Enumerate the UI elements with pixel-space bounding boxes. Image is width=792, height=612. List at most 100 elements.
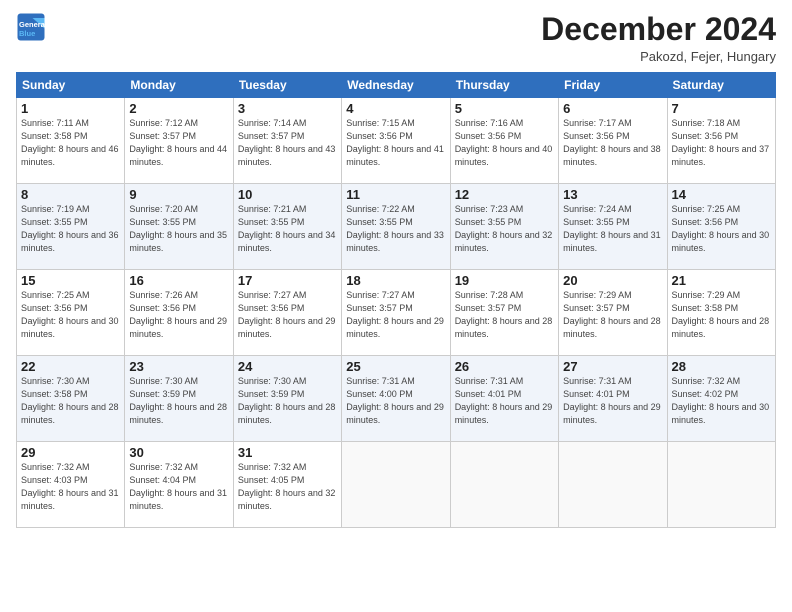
day-cell: 2Sunrise: 7:12 AMSunset: 3:57 PMDaylight… [125,98,233,184]
day-cell: 11Sunrise: 7:22 AMSunset: 3:55 PMDayligh… [342,184,450,270]
day-cell: 19Sunrise: 7:28 AMSunset: 3:57 PMDayligh… [450,270,558,356]
day-number: 30 [129,445,228,460]
day-info: Sunrise: 7:20 AMSunset: 3:55 PMDaylight:… [129,203,228,255]
day-info: Sunrise: 7:21 AMSunset: 3:55 PMDaylight:… [238,203,337,255]
day-info: Sunrise: 7:15 AMSunset: 3:56 PMDaylight:… [346,117,445,169]
header-row: SundayMondayTuesdayWednesdayThursdayFrid… [17,73,776,98]
day-cell [450,442,558,528]
header: General Blue December 2024 Pakozd, Fejer… [16,12,776,64]
col-header-wednesday: Wednesday [342,73,450,98]
month-title: December 2024 [541,12,776,47]
day-info: Sunrise: 7:32 AMSunset: 4:02 PMDaylight:… [672,375,771,427]
day-info: Sunrise: 7:32 AMSunset: 4:04 PMDaylight:… [129,461,228,513]
day-info: Sunrise: 7:29 AMSunset: 3:57 PMDaylight:… [563,289,662,341]
day-number: 7 [672,101,771,116]
day-info: Sunrise: 7:11 AMSunset: 3:58 PMDaylight:… [21,117,120,169]
day-cell: 3Sunrise: 7:14 AMSunset: 3:57 PMDaylight… [233,98,341,184]
day-number: 3 [238,101,337,116]
col-header-saturday: Saturday [667,73,775,98]
day-cell: 10Sunrise: 7:21 AMSunset: 3:55 PMDayligh… [233,184,341,270]
day-number: 17 [238,273,337,288]
day-cell: 4Sunrise: 7:15 AMSunset: 3:56 PMDaylight… [342,98,450,184]
calendar-table: SundayMondayTuesdayWednesdayThursdayFrid… [16,72,776,528]
day-number: 11 [346,187,445,202]
col-header-monday: Monday [125,73,233,98]
week-row-5: 29Sunrise: 7:32 AMSunset: 4:03 PMDayligh… [17,442,776,528]
day-info: Sunrise: 7:32 AMSunset: 4:03 PMDaylight:… [21,461,120,513]
day-cell: 21Sunrise: 7:29 AMSunset: 3:58 PMDayligh… [667,270,775,356]
day-info: Sunrise: 7:22 AMSunset: 3:55 PMDaylight:… [346,203,445,255]
day-cell: 12Sunrise: 7:23 AMSunset: 3:55 PMDayligh… [450,184,558,270]
col-header-tuesday: Tuesday [233,73,341,98]
col-header-friday: Friday [559,73,667,98]
day-number: 31 [238,445,337,460]
day-cell: 20Sunrise: 7:29 AMSunset: 3:57 PMDayligh… [559,270,667,356]
day-info: Sunrise: 7:28 AMSunset: 3:57 PMDaylight:… [455,289,554,341]
day-cell: 9Sunrise: 7:20 AMSunset: 3:55 PMDaylight… [125,184,233,270]
day-cell: 7Sunrise: 7:18 AMSunset: 3:56 PMDaylight… [667,98,775,184]
day-cell [342,442,450,528]
day-cell: 15Sunrise: 7:25 AMSunset: 3:56 PMDayligh… [17,270,125,356]
day-cell: 30Sunrise: 7:32 AMSunset: 4:04 PMDayligh… [125,442,233,528]
day-cell: 1Sunrise: 7:11 AMSunset: 3:58 PMDaylight… [17,98,125,184]
day-cell: 31Sunrise: 7:32 AMSunset: 4:05 PMDayligh… [233,442,341,528]
day-info: Sunrise: 7:31 AMSunset: 4:00 PMDaylight:… [346,375,445,427]
day-info: Sunrise: 7:12 AMSunset: 3:57 PMDaylight:… [129,117,228,169]
logo: General Blue [16,12,46,42]
day-info: Sunrise: 7:30 AMSunset: 3:59 PMDaylight:… [129,375,228,427]
day-number: 6 [563,101,662,116]
day-info: Sunrise: 7:31 AMSunset: 4:01 PMDaylight:… [563,375,662,427]
day-number: 29 [21,445,120,460]
day-cell: 6Sunrise: 7:17 AMSunset: 3:56 PMDaylight… [559,98,667,184]
day-info: Sunrise: 7:25 AMSunset: 3:56 PMDaylight:… [21,289,120,341]
day-cell: 8Sunrise: 7:19 AMSunset: 3:55 PMDaylight… [17,184,125,270]
week-row-4: 22Sunrise: 7:30 AMSunset: 3:58 PMDayligh… [17,356,776,442]
day-number: 25 [346,359,445,374]
day-number: 1 [21,101,120,116]
day-cell [559,442,667,528]
day-number: 28 [672,359,771,374]
day-info: Sunrise: 7:25 AMSunset: 3:56 PMDaylight:… [672,203,771,255]
day-cell: 13Sunrise: 7:24 AMSunset: 3:55 PMDayligh… [559,184,667,270]
day-number: 4 [346,101,445,116]
day-cell: 17Sunrise: 7:27 AMSunset: 3:56 PMDayligh… [233,270,341,356]
day-info: Sunrise: 7:16 AMSunset: 3:56 PMDaylight:… [455,117,554,169]
day-info: Sunrise: 7:31 AMSunset: 4:01 PMDaylight:… [455,375,554,427]
day-info: Sunrise: 7:27 AMSunset: 3:56 PMDaylight:… [238,289,337,341]
day-cell [667,442,775,528]
day-info: Sunrise: 7:26 AMSunset: 3:56 PMDaylight:… [129,289,228,341]
day-cell: 26Sunrise: 7:31 AMSunset: 4:01 PMDayligh… [450,356,558,442]
day-cell: 29Sunrise: 7:32 AMSunset: 4:03 PMDayligh… [17,442,125,528]
svg-text:Blue: Blue [19,29,35,38]
day-info: Sunrise: 7:29 AMSunset: 3:58 PMDaylight:… [672,289,771,341]
day-number: 20 [563,273,662,288]
day-info: Sunrise: 7:19 AMSunset: 3:55 PMDaylight:… [21,203,120,255]
day-cell: 24Sunrise: 7:30 AMSunset: 3:59 PMDayligh… [233,356,341,442]
week-row-3: 15Sunrise: 7:25 AMSunset: 3:56 PMDayligh… [17,270,776,356]
day-cell: 23Sunrise: 7:30 AMSunset: 3:59 PMDayligh… [125,356,233,442]
day-number: 22 [21,359,120,374]
calendar-container: General Blue December 2024 Pakozd, Fejer… [0,0,792,612]
day-info: Sunrise: 7:30 AMSunset: 3:59 PMDaylight:… [238,375,337,427]
day-cell: 22Sunrise: 7:30 AMSunset: 3:58 PMDayligh… [17,356,125,442]
location: Pakozd, Fejer, Hungary [541,49,776,64]
col-header-sunday: Sunday [17,73,125,98]
day-info: Sunrise: 7:17 AMSunset: 3:56 PMDaylight:… [563,117,662,169]
day-info: Sunrise: 7:14 AMSunset: 3:57 PMDaylight:… [238,117,337,169]
day-cell: 14Sunrise: 7:25 AMSunset: 3:56 PMDayligh… [667,184,775,270]
day-number: 24 [238,359,337,374]
day-number: 15 [21,273,120,288]
day-cell: 28Sunrise: 7:32 AMSunset: 4:02 PMDayligh… [667,356,775,442]
day-cell: 18Sunrise: 7:27 AMSunset: 3:57 PMDayligh… [342,270,450,356]
day-number: 26 [455,359,554,374]
day-cell: 25Sunrise: 7:31 AMSunset: 4:00 PMDayligh… [342,356,450,442]
day-info: Sunrise: 7:24 AMSunset: 3:55 PMDaylight:… [563,203,662,255]
title-block: December 2024 Pakozd, Fejer, Hungary [541,12,776,64]
day-info: Sunrise: 7:27 AMSunset: 3:57 PMDaylight:… [346,289,445,341]
logo-icon: General Blue [16,12,46,42]
day-info: Sunrise: 7:18 AMSunset: 3:56 PMDaylight:… [672,117,771,169]
day-info: Sunrise: 7:23 AMSunset: 3:55 PMDaylight:… [455,203,554,255]
day-number: 18 [346,273,445,288]
day-number: 9 [129,187,228,202]
day-number: 13 [563,187,662,202]
